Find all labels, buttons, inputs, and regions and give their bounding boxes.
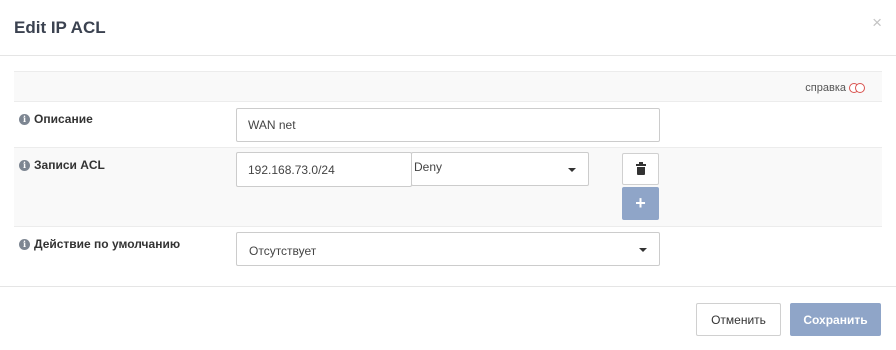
dialog-title: Edit IP ACL (14, 18, 106, 37)
default-action-label-wrap: i Действие по умолчанию (19, 237, 180, 251)
info-icon[interactable]: i (19, 238, 30, 250)
save-button[interactable]: Сохранить (790, 303, 881, 336)
help-bar: справка (14, 71, 882, 102)
default-action-row: i Действие по умолчанию Отсутствует (14, 227, 882, 271)
default-action-select[interactable]: Отсутствует (236, 232, 660, 266)
acl-network-input[interactable]: 192.168.73.0/24 (236, 152, 412, 187)
trash-icon (636, 162, 646, 175)
delete-entry-button[interactable] (622, 153, 659, 185)
acl-action-select[interactable]: Deny (411, 152, 589, 186)
description-input[interactable]: WAN net (236, 108, 660, 142)
acl-entries-row: i Записи ACL 192.168.73.0/24 Deny + (14, 148, 882, 227)
edit-ip-acl-dialog: Edit IP ACL × справка i Описание WAN net… (0, 0, 896, 350)
description-row: i Описание WAN net (14, 102, 882, 148)
description-label: Описание (34, 112, 93, 126)
acl-entries-label-wrap: i Записи ACL (19, 158, 105, 172)
info-icon[interactable]: i (19, 159, 30, 171)
toggle-icon (849, 83, 866, 93)
cancel-button[interactable]: Отменить (696, 303, 781, 336)
default-action-value: Отсутствует (249, 244, 317, 258)
dialog-footer: Отменить Сохранить (0, 286, 896, 350)
info-icon[interactable]: i (19, 113, 30, 125)
help-toggle[interactable]: справка (805, 82, 866, 94)
acl-action-value: Deny (414, 160, 443, 174)
dialog-header: Edit IP ACL × (0, 0, 896, 56)
chevron-down-icon (568, 168, 576, 172)
default-action-label: Действие по умолчанию (34, 237, 181, 251)
add-entry-button[interactable]: + (622, 187, 659, 220)
help-label: справка (805, 82, 846, 94)
chevron-down-icon (639, 248, 647, 252)
close-icon[interactable]: × (872, 14, 882, 31)
description-label-wrap: i Описание (19, 112, 93, 126)
acl-entries-label: Записи ACL (34, 158, 105, 172)
